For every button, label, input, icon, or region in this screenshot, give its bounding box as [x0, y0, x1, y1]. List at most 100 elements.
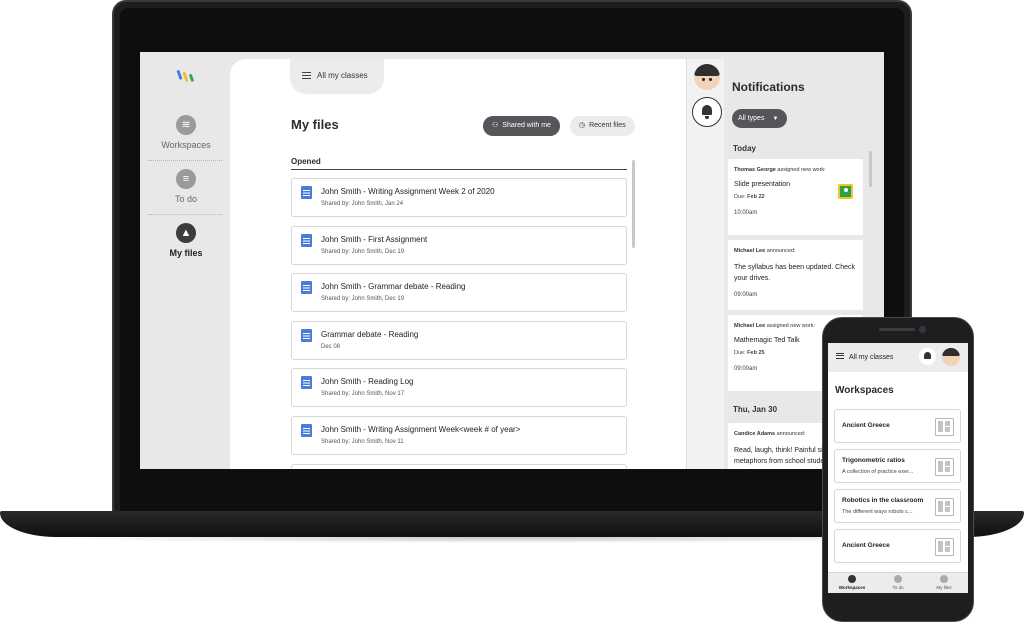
layers-icon: [848, 575, 856, 583]
phone-tab-label: My files: [936, 585, 952, 590]
workspace-name: Robotics in the classroom: [842, 497, 924, 504]
workspace-name: Ancient Greece: [842, 422, 890, 429]
phone-user-avatar[interactable]: [942, 348, 960, 366]
google-doc-icon: [301, 281, 312, 295]
notification-time: 10:00am: [734, 210, 758, 216]
google-doc-icon: [301, 328, 312, 342]
notifications-scrollbar[interactable]: [869, 151, 872, 187]
rail-item-label: To do: [174, 194, 198, 204]
class-switcher-button[interactable]: All my classes: [290, 59, 384, 94]
file-card[interactable]: John Smith - Writing Assignment Week 2 o…: [291, 178, 627, 217]
section-label-opened: Opened: [291, 157, 321, 166]
hamburger-menu-icon: [302, 72, 311, 79]
due-label: Due:: [734, 194, 746, 200]
google-doc-icon: [301, 233, 312, 247]
user-avatar[interactable]: [694, 64, 720, 90]
page-title: My files: [291, 117, 339, 132]
my-files-panel: All my classes My files ⚇ Shared with me …: [230, 59, 686, 469]
notification-card[interactable]: Michael Lee announced: The syllabus has …: [728, 240, 863, 310]
phone-screen: All my classes Workspaces Ancient Greece…: [828, 343, 968, 593]
workspace-card[interactable]: Ancient Greece: [834, 409, 961, 443]
shared-with-me-button[interactable]: ⚇ Shared with me: [483, 116, 560, 136]
file-meta: Shared by: John Smith, Nov 17: [321, 391, 405, 398]
classroom-assignment-icon: [838, 184, 853, 199]
file-name: John Smith - Reading Log: [321, 377, 414, 387]
phone-tab-workspaces[interactable]: Workspaces: [829, 575, 875, 590]
phone-page-title: Workspaces: [835, 385, 894, 396]
workspace-name: Trigonometric ratios: [842, 457, 905, 464]
workspace-card[interactable]: Ancient Greece: [834, 529, 961, 563]
google-doc-icon: [301, 186, 312, 199]
notification-action: assigned new work:: [766, 323, 816, 329]
file-list-scrollbar[interactable]: [632, 154, 635, 469]
avatar-eye: [702, 78, 705, 81]
recent-files-button[interactable]: ◷ Recent files: [570, 116, 635, 136]
notification-header: Thomas George assigned new work:: [734, 167, 857, 173]
phone-class-switcher[interactable]: All my classes: [836, 353, 893, 361]
notification-author: Michael Lee: [734, 248, 766, 254]
google-doc-icon: [301, 423, 312, 437]
file-card[interactable]: Grammar debate - Reading Dec 08: [291, 320, 627, 360]
due-label: Due:: [734, 350, 746, 356]
product-mockup: ≋ Workspaces ≡ To do ▲ My files All my c…: [0, 0, 1024, 625]
file-card[interactable]: John Smith - Writing Assignment Week<wee…: [291, 415, 627, 455]
file-card[interactable]: John Smith - Reading Log Shared by: John…: [291, 368, 627, 408]
google-doc-icon: [301, 376, 312, 390]
phone-class-switcher-label: All my classes: [849, 354, 894, 361]
notification-header: Michael Lee announced:: [734, 248, 857, 254]
file-name: Grammar debate - Reading: [321, 329, 419, 339]
file-meta: Shared by: John Smith, Jan 24: [321, 201, 404, 207]
file-name: John Smith - First Assignment: [321, 234, 428, 244]
notification-card[interactable]: Thomas George assigned new work: Slide p…: [728, 159, 863, 235]
brand-logo-icon: [176, 70, 194, 82]
drive-icon: ▲: [176, 223, 196, 243]
phone-tab-bar: Workspaces To do My files: [828, 572, 968, 593]
file-list: John Smith - Writing Assignment Week 2 o…: [291, 178, 627, 469]
workspace-description: A collection of practice exer...: [842, 469, 914, 475]
file-card[interactable]: John Smith - Grammar debate - Reading Sh…: [291, 273, 627, 313]
notification-time: 09:00am: [734, 292, 758, 298]
rail-divider: [148, 214, 222, 215]
due-date: Feb 25: [747, 350, 765, 356]
phone-earpiece: [879, 328, 915, 331]
workspace-thumbnail-icon: [935, 538, 954, 556]
phone-header: All my classes: [828, 343, 968, 372]
avatar-eye: [709, 78, 712, 81]
phone-tab-label: To do: [892, 585, 904, 590]
notification-action: assigned new work:: [777, 167, 826, 173]
left-rail: ≋ Workspaces ≡ To do ▲ My files: [140, 52, 232, 469]
notification-type-dropdown[interactable]: All types ▼: [732, 109, 788, 128]
rail-item-workspaces[interactable]: ≋ Workspaces: [146, 115, 226, 150]
file-meta: Shared by: John Smith, Dec 19: [321, 296, 405, 303]
section-divider: [291, 169, 627, 170]
rail-divider: [148, 160, 222, 161]
workspace-name: Ancient Greece: [842, 542, 890, 549]
layers-icon: ≋: [176, 115, 196, 135]
rail-item-todo[interactable]: ≡ To do: [146, 169, 226, 204]
file-name: John Smith - Writing Assignment Week 2 o…: [321, 187, 495, 196]
day-label: Thu, Jan 30: [733, 405, 778, 414]
rail-item-my-files[interactable]: ▲ My files: [146, 223, 226, 258]
phone-bell-icon[interactable]: [919, 348, 936, 365]
rail-item-label: My files: [169, 248, 203, 258]
phone-tab-label: Workspaces: [838, 585, 866, 590]
file-card[interactable]: [291, 463, 627, 469]
workspace-card[interactable]: Robotics in the classroom The different …: [834, 489, 961, 523]
notification-author: Candice Adams: [734, 431, 776, 437]
avatar-hair: [694, 64, 720, 76]
workspace-thumbnail-icon: [935, 498, 954, 516]
scrollbar-thumb[interactable]: [632, 160, 635, 248]
phone-tab-my-files[interactable]: My files: [921, 575, 967, 590]
hamburger-menu-icon: [836, 353, 844, 359]
notification-action: announced:: [776, 431, 806, 437]
workspace-card[interactable]: Trigonometric ratios A collection of pra…: [834, 449, 961, 483]
clock-icon: ◷: [579, 122, 586, 129]
workspace-description: The different ways robots c...: [842, 509, 913, 515]
file-card[interactable]: John Smith - First Assignment Shared by:…: [291, 225, 627, 265]
workspace-thumbnail-icon: [935, 418, 954, 436]
caret-down-icon: ▼: [772, 116, 779, 122]
due-date: Feb 22: [747, 194, 765, 200]
phone-tab-todo[interactable]: To do: [875, 575, 921, 590]
notifications-bell-icon[interactable]: [692, 97, 722, 127]
phone-camera: [919, 326, 926, 333]
